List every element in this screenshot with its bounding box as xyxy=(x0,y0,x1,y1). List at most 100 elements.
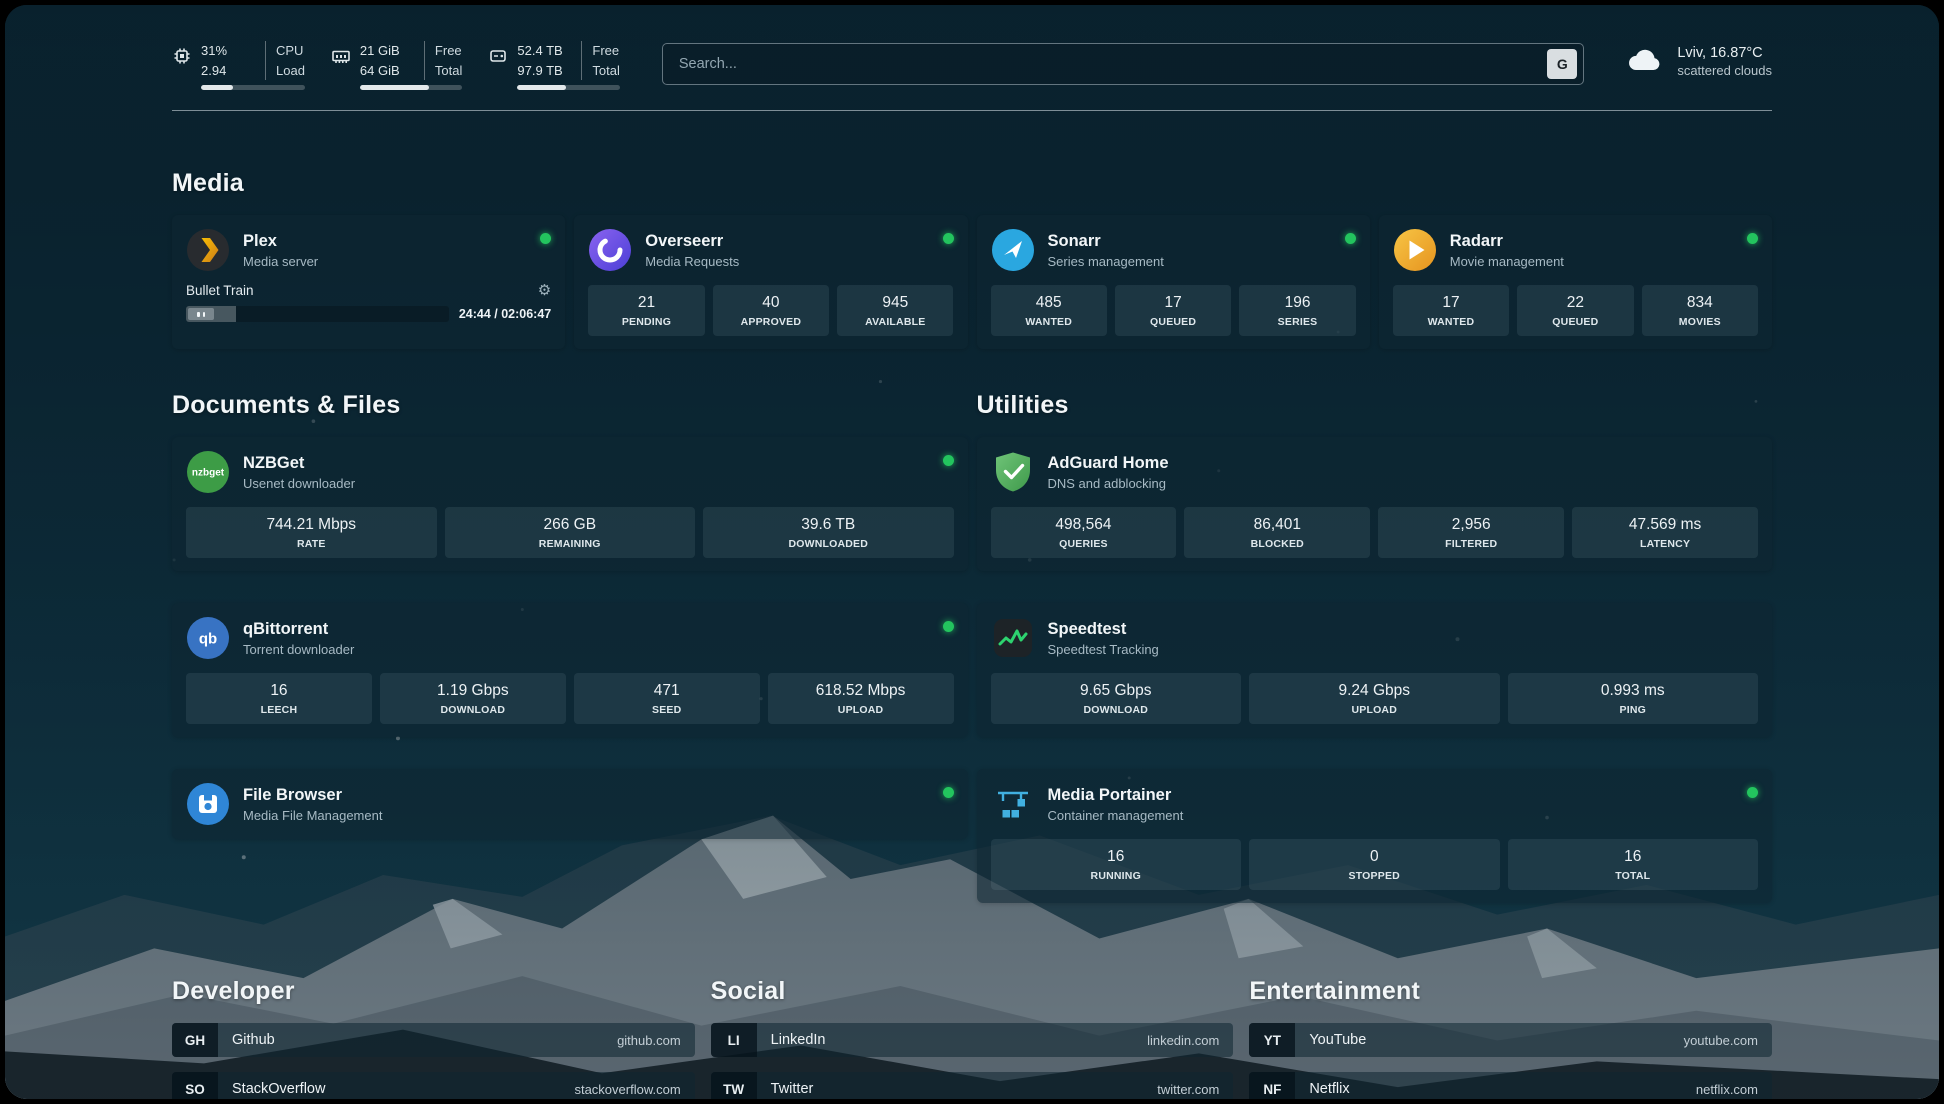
service-card-radarr: Radarr Movie management 17 WANTED 22 QUE… xyxy=(1379,215,1772,349)
portainer-crane-icon xyxy=(991,782,1035,826)
bookmark-group-developer: Developer GH Github github.com SO StackO… xyxy=(172,977,695,1099)
bookmark-twitter[interactable]: TW Twitter twitter.com xyxy=(711,1072,1234,1099)
stat-queued: 22 QUEUED xyxy=(1517,285,1633,336)
cpu-load-value: 2.94 xyxy=(201,61,255,81)
service-link-qbittorrent[interactable]: qb qBittorrent Torrent downloader xyxy=(186,616,954,660)
topbar-divider xyxy=(172,110,1772,111)
service-link-speedtest[interactable]: Speedtest Speedtest Tracking xyxy=(991,616,1759,660)
service-name: Overseerr xyxy=(645,232,739,251)
service-card-overseerr: Overseerr Media Requests 21 PENDING 40 A… xyxy=(574,215,967,349)
filebrowser-icon xyxy=(186,782,230,826)
stat-download: 9.65 Gbps DOWNLOAD xyxy=(991,673,1242,724)
status-dot-online xyxy=(943,455,954,466)
bookmark-url: stackoverflow.com xyxy=(574,1082,680,1097)
gear-icon[interactable]: ⚙ xyxy=(538,283,551,298)
section-title-documents: Documents & Files xyxy=(172,391,968,420)
stat-stopped: 0 STOPPED xyxy=(1249,839,1500,890)
stat-available: 945 AVAILABLE xyxy=(837,285,953,336)
cpu-usage-value: 31% xyxy=(201,41,255,61)
service-link-filebrowser[interactable]: File Browser Media File Management xyxy=(186,782,954,826)
cloud-icon xyxy=(1626,46,1664,78)
stat-filtered: 2,956 FILTERED xyxy=(1378,507,1564,558)
section-title-social: Social xyxy=(711,977,1234,1006)
ram-progress-bar xyxy=(360,85,462,90)
qbittorrent-icon: qb xyxy=(186,616,230,660)
bookmark-netflix[interactable]: NF Netflix netflix.com xyxy=(1249,1072,1772,1099)
stat-wanted: 485 WANTED xyxy=(991,285,1107,336)
bookmark-abbr: NF xyxy=(1249,1072,1295,1099)
service-name: NZBGet xyxy=(243,454,355,473)
speedtest-icon xyxy=(991,616,1035,660)
ram-icon xyxy=(331,41,351,90)
disk-icon xyxy=(488,41,508,90)
bookmark-url: youtube.com xyxy=(1684,1033,1758,1048)
stat-ping: 0.993 ms PING xyxy=(1508,673,1759,724)
cpu-progress-bar xyxy=(201,85,305,90)
service-desc: Movie management xyxy=(1450,254,1564,269)
bookmark-name: StackOverflow xyxy=(232,1081,325,1097)
stat-blocked: 86,401 BLOCKED xyxy=(1184,507,1370,558)
service-link-overseerr[interactable]: Overseerr Media Requests xyxy=(588,228,953,272)
service-card-adguard: AdGuard Home DNS and adblocking 498,564 … xyxy=(977,437,1773,571)
section-title-media: Media xyxy=(172,169,1772,198)
service-link-adguard[interactable]: AdGuard Home DNS and adblocking xyxy=(991,450,1759,494)
service-desc: Container management xyxy=(1048,808,1184,823)
stat-running: 16 RUNNING xyxy=(991,839,1242,890)
service-desc: Media Requests xyxy=(645,254,739,269)
playback-time: 24:44 / 02:06:47 xyxy=(459,307,551,321)
service-name: Radarr xyxy=(1450,232,1564,251)
service-name: Media Portainer xyxy=(1048,786,1184,805)
stat-seed: 471 SEED xyxy=(574,673,760,724)
section-utilities: Utilities xyxy=(977,391,1773,903)
service-card-speedtest: Speedtest Speedtest Tracking 9.65 Gbps D… xyxy=(977,603,1773,737)
playback-progress-bar[interactable] xyxy=(186,306,449,322)
now-playing-title: Bullet Train xyxy=(186,283,254,298)
bookmark-abbr: SO xyxy=(172,1072,218,1099)
service-desc: Media server xyxy=(243,254,318,269)
service-link-plex[interactable]: Plex Media server xyxy=(186,228,551,272)
bookmark-name: Github xyxy=(232,1032,275,1048)
cpu-label-top: CPU xyxy=(276,41,305,61)
bookmark-url: linkedin.com xyxy=(1147,1033,1219,1048)
bookmark-url: github.com xyxy=(617,1033,681,1048)
status-dot-online xyxy=(943,621,954,632)
ram-free-value: 21 GiB xyxy=(360,41,414,61)
overseerr-icon xyxy=(588,228,632,272)
disk-label-top: Free xyxy=(592,41,619,61)
stat-pending: 21 PENDING xyxy=(588,285,704,336)
service-link-nzbget[interactable]: nzbget NZBGet Usenet downloader xyxy=(186,450,954,494)
stat-series: 196 SERIES xyxy=(1239,285,1355,336)
weather-location: Lviv, 16.87°C xyxy=(1677,45,1772,61)
bookmark-github[interactable]: GH Github github.com xyxy=(172,1023,695,1057)
service-link-portainer[interactable]: Media Portainer Container management xyxy=(991,782,1759,826)
bookmark-abbr: GH xyxy=(172,1023,218,1057)
search-input[interactable] xyxy=(677,55,1547,73)
bookmark-stackoverflow[interactable]: SO StackOverflow stackoverflow.com xyxy=(172,1072,695,1099)
service-link-radarr[interactable]: Radarr Movie management xyxy=(1393,228,1758,272)
bookmark-linkedin[interactable]: LI LinkedIn linkedin.com xyxy=(711,1023,1234,1057)
service-desc: Usenet downloader xyxy=(243,476,355,491)
service-card-sonarr: Sonarr Series management 485 WANTED 17 Q… xyxy=(977,215,1370,349)
search-bar: G xyxy=(662,43,1584,85)
bookmark-group-social: Social LI LinkedIn linkedin.com TW Twitt… xyxy=(711,977,1234,1099)
stat-latency: 47.569 ms LATENCY xyxy=(1572,507,1758,558)
svg-text:nzbget: nzbget xyxy=(192,468,225,479)
search-provider-button[interactable]: G xyxy=(1547,49,1577,79)
section-media: Media Plex xyxy=(172,169,1772,349)
service-link-sonarr[interactable]: Sonarr Series management xyxy=(991,228,1356,272)
cpu-label-bottom: Load xyxy=(276,61,305,81)
service-desc: Series management xyxy=(1048,254,1164,269)
stat-downloaded: 39.6 TB DOWNLOADED xyxy=(703,507,954,558)
status-dot-online xyxy=(1345,233,1356,244)
pause-button[interactable] xyxy=(188,308,214,320)
service-name: Speedtest xyxy=(1048,620,1159,639)
bookmark-group-entertainment: Entertainment YT YouTube youtube.com NF … xyxy=(1249,977,1772,1099)
bookmark-youtube[interactable]: YT YouTube youtube.com xyxy=(1249,1023,1772,1057)
service-name: Sonarr xyxy=(1048,232,1164,251)
stat-wanted: 17 WANTED xyxy=(1393,285,1509,336)
service-card-portainer: Media Portainer Container management 16 … xyxy=(977,769,1773,903)
plex-icon xyxy=(186,228,230,272)
stat-queued: 17 QUEUED xyxy=(1115,285,1231,336)
bookmark-name: Twitter xyxy=(771,1081,814,1097)
status-dot-online xyxy=(540,233,551,244)
